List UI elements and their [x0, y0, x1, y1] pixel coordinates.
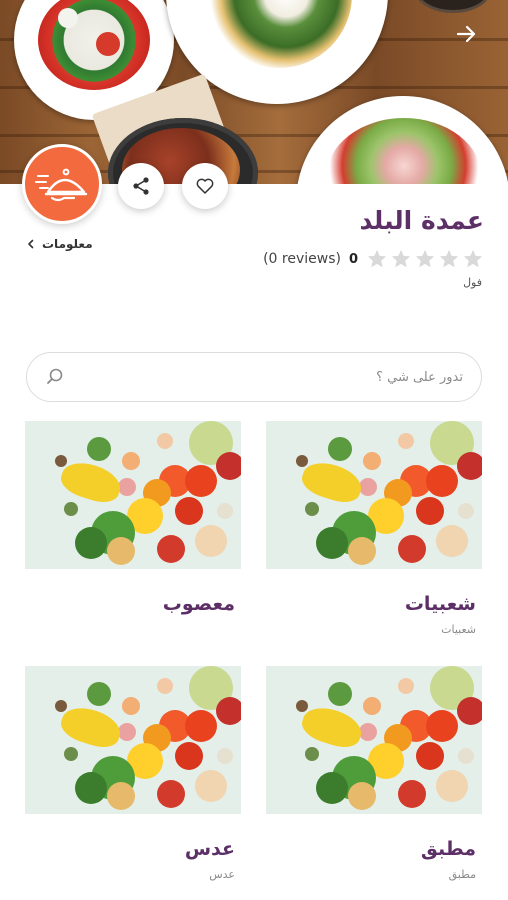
info-link-label: معلومات — [42, 237, 93, 251]
back-button[interactable] — [452, 20, 480, 48]
star-icon — [415, 249, 435, 268]
category-name: مطبق — [420, 838, 476, 860]
category-card[interactable]: معصوب — [25, 421, 241, 641]
favorite-button[interactable] — [182, 163, 228, 209]
category-card[interactable]: عدس عدس — [25, 666, 241, 886]
category-image — [266, 666, 482, 814]
reviews-count: (0 reviews) — [263, 251, 341, 267]
star-icon — [439, 249, 459, 268]
restaurant-name: عمدة البلد — [359, 206, 484, 235]
category-card[interactable]: مطبق مطبق — [266, 666, 482, 886]
star-icon — [367, 249, 387, 268]
star-icon — [463, 249, 483, 268]
share-button[interactable] — [118, 163, 164, 209]
category-subtitle: شعبيات — [441, 623, 476, 636]
category-name: عدس — [184, 838, 235, 860]
rating-row: (0 reviews) 0 — [263, 248, 484, 270]
search-input[interactable] — [83, 369, 463, 385]
info-link[interactable]: معلومات — [26, 234, 93, 254]
category-card[interactable]: شعبيات شعبيات — [266, 421, 482, 641]
search-bar[interactable] — [26, 352, 482, 402]
category-name: معصوب — [162, 593, 235, 615]
share-icon — [133, 177, 149, 195]
restaurant-logo — [22, 144, 102, 224]
category-name: شعبيات — [404, 593, 476, 615]
chevron-left-icon — [28, 239, 34, 249]
heart-icon — [196, 178, 214, 194]
category-image — [266, 421, 482, 569]
arrow-right-icon — [456, 25, 476, 43]
food-delivery-icon — [35, 168, 88, 202]
category-image — [25, 421, 241, 569]
category-subtitle: مطبق — [448, 868, 476, 881]
restaurant-subtitle: فول — [463, 276, 482, 289]
search-icon[interactable] — [45, 367, 65, 387]
star-icon — [391, 249, 411, 268]
rating-stars — [366, 248, 484, 270]
category-subtitle: عدس — [209, 868, 235, 881]
rating-value: 0 — [348, 251, 358, 267]
category-image — [25, 666, 241, 814]
